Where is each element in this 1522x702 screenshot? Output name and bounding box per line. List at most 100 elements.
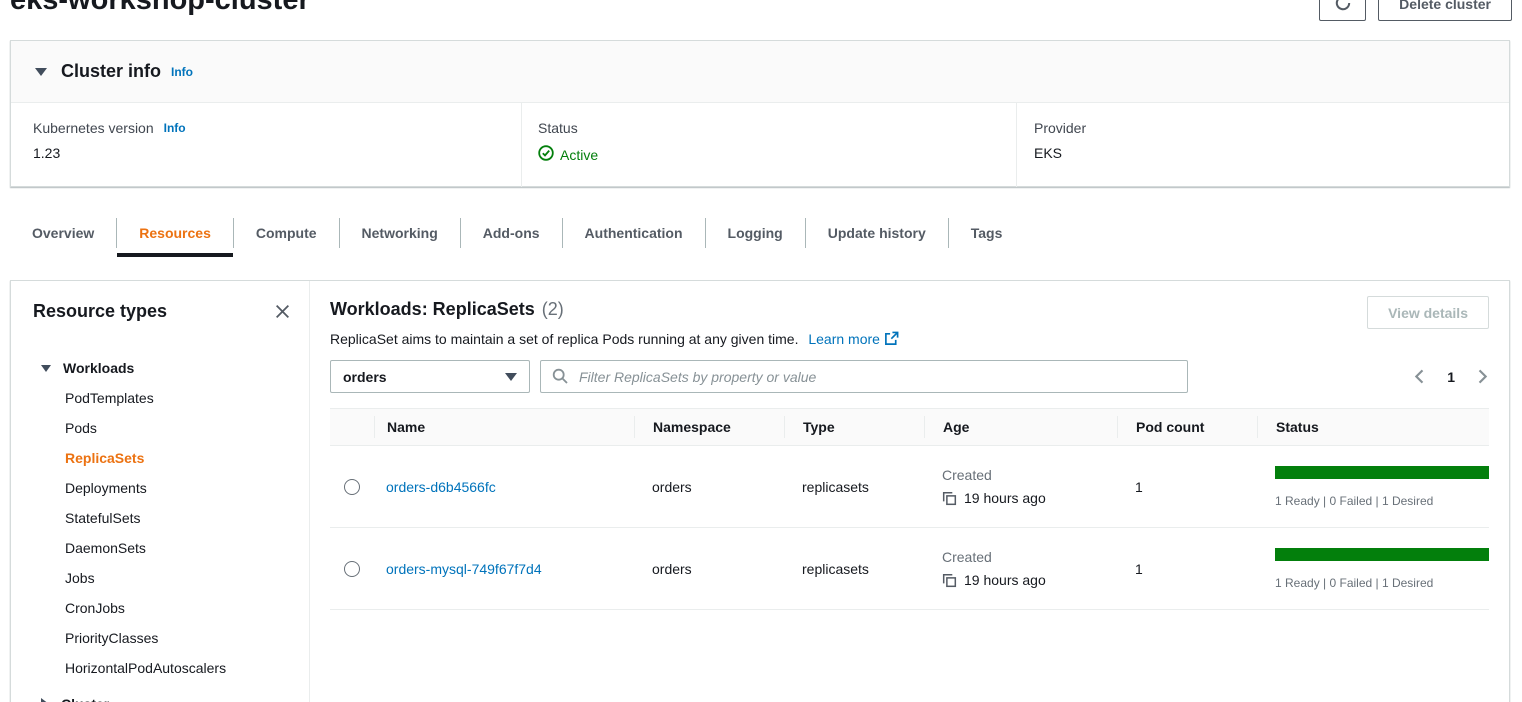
search-icon bbox=[552, 368, 568, 389]
select-all-column bbox=[330, 416, 374, 438]
pagination: 1 bbox=[1413, 368, 1489, 385]
replicaset-name-link[interactable]: orders-mysql-749f67f7d4 bbox=[386, 561, 542, 577]
row-age: Created 19 hours ago bbox=[924, 467, 1117, 506]
filter-row: orders 1 bbox=[330, 360, 1489, 393]
status-bar bbox=[1275, 466, 1489, 479]
delete-cluster-button[interactable]: Delete cluster bbox=[1378, 0, 1512, 21]
check-circle-icon bbox=[538, 145, 554, 164]
sidebar-item-deployments[interactable]: Deployments bbox=[11, 473, 309, 503]
cluster-info-title: Cluster info bbox=[61, 61, 161, 82]
sidebar-item-pods[interactable]: Pods bbox=[11, 413, 309, 443]
table-row: orders-d6b4566fc orders replicasets Crea… bbox=[330, 446, 1489, 528]
tree-group-workloads[interactable]: Workloads bbox=[11, 353, 309, 383]
row-namespace: orders bbox=[634, 479, 784, 495]
refresh-icon bbox=[1334, 0, 1352, 15]
status-label: Status bbox=[538, 120, 578, 136]
status-bar bbox=[1275, 548, 1489, 561]
eks-cluster-page: eks-workshop-cluster Delete cluster Clus… bbox=[0, 0, 1522, 702]
column-header-type: Type bbox=[784, 416, 924, 438]
tab-logging[interactable]: Logging bbox=[706, 209, 805, 257]
refresh-button[interactable] bbox=[1319, 0, 1366, 21]
resources-card: Resource types Workloads PodTemplates Po… bbox=[10, 280, 1510, 702]
replicasets-panel: Workloads: ReplicaSets (2) View details … bbox=[310, 281, 1509, 702]
chevron-down-icon bbox=[35, 68, 47, 76]
row-status: 1 Ready | 0 Failed | 1 Desired bbox=[1257, 548, 1489, 590]
cluster-info-card: Cluster info Info Kubernetes version Inf… bbox=[10, 40, 1510, 187]
row-radio-button[interactable] bbox=[344, 561, 360, 577]
panel-description: ReplicaSet aims to maintain a set of rep… bbox=[330, 329, 1489, 349]
row-pod-count: 1 bbox=[1117, 561, 1257, 577]
page-number[interactable]: 1 bbox=[1447, 369, 1455, 385]
cluster-info-body: Kubernetes version Info 1.23 Status Acti… bbox=[11, 103, 1509, 187]
resource-types-tree: Workloads PodTemplates Pods ReplicaSets … bbox=[11, 353, 309, 702]
learn-more-link[interactable]: Learn more bbox=[808, 331, 899, 347]
close-icon[interactable] bbox=[274, 303, 291, 325]
chevron-right-icon bbox=[41, 698, 49, 702]
cluster-info-header[interactable]: Cluster info Info bbox=[11, 41, 1509, 103]
row-type: replicasets bbox=[784, 561, 924, 577]
column-header-status: Status bbox=[1257, 416, 1489, 438]
tab-resources[interactable]: Resources bbox=[117, 209, 233, 257]
sidebar-item-jobs[interactable]: Jobs bbox=[11, 563, 309, 593]
resource-types-title: Resource types bbox=[33, 301, 167, 322]
resource-types-sidebar: Resource types Workloads PodTemplates Po… bbox=[11, 281, 310, 702]
page-title: eks-workshop-cluster bbox=[10, 0, 310, 17]
kubernetes-version-info-link[interactable]: Info bbox=[164, 121, 186, 135]
status-text: 1 Ready | 0 Failed | 1 Desired bbox=[1275, 576, 1489, 590]
tab-update-history[interactable]: Update history bbox=[806, 209, 948, 257]
column-header-name: Name bbox=[374, 416, 634, 438]
table-row: orders-mysql-749f67f7d4 orders replicase… bbox=[330, 528, 1489, 610]
row-namespace: orders bbox=[634, 561, 784, 577]
cluster-info-info-link[interactable]: Info bbox=[171, 65, 193, 79]
next-page-icon[interactable] bbox=[1476, 368, 1489, 385]
panel-title: Workloads: ReplicaSets bbox=[330, 299, 535, 320]
tab-compute[interactable]: Compute bbox=[234, 209, 339, 257]
header-actions: Delete cluster bbox=[1319, 0, 1512, 21]
copy-icon[interactable] bbox=[942, 491, 957, 506]
row-pod-count: 1 bbox=[1117, 479, 1257, 495]
panel-count: (2) bbox=[542, 299, 564, 320]
row-type: replicasets bbox=[784, 479, 924, 495]
sidebar-item-horizontalpodautoscalers[interactable]: HorizontalPodAutoscalers bbox=[11, 653, 309, 683]
replicasets-table: Name Namespace Type Age Pod count Status… bbox=[330, 408, 1489, 610]
namespace-filter-dropdown[interactable]: orders bbox=[330, 360, 530, 393]
search-box bbox=[540, 360, 1188, 393]
tab-tags[interactable]: Tags bbox=[949, 209, 1025, 257]
previous-page-icon[interactable] bbox=[1413, 368, 1426, 385]
column-header-namespace: Namespace bbox=[634, 416, 784, 438]
sidebar-item-cronjobs[interactable]: CronJobs bbox=[11, 593, 309, 623]
column-header-age: Age bbox=[924, 416, 1117, 438]
tab-authentication[interactable]: Authentication bbox=[563, 209, 705, 257]
copy-icon[interactable] bbox=[942, 573, 957, 588]
row-radio-button[interactable] bbox=[344, 479, 360, 495]
table-header: Name Namespace Type Age Pod count Status bbox=[330, 408, 1489, 446]
sidebar-item-replicasets[interactable]: ReplicaSets bbox=[11, 443, 309, 473]
tab-overview[interactable]: Overview bbox=[10, 209, 116, 257]
status-text: 1 Ready | 0 Failed | 1 Desired bbox=[1275, 494, 1489, 508]
sidebar-item-podtemplates[interactable]: PodTemplates bbox=[11, 383, 309, 413]
provider-label: Provider bbox=[1034, 120, 1086, 136]
column-header-pod-count: Pod count bbox=[1117, 416, 1257, 438]
sidebar-item-statefulsets[interactable]: StatefulSets bbox=[11, 503, 309, 533]
replicaset-name-link[interactable]: orders-d6b4566fc bbox=[386, 479, 496, 495]
tab-networking[interactable]: Networking bbox=[340, 209, 460, 257]
status-field: Status Active bbox=[521, 103, 1016, 187]
tab-add-ons[interactable]: Add-ons bbox=[461, 209, 562, 257]
provider-value: EKS bbox=[1034, 145, 1509, 161]
sidebar-item-priorityclasses[interactable]: PriorityClasses bbox=[11, 623, 309, 653]
provider-field: Provider EKS bbox=[1016, 103, 1509, 187]
kubernetes-version-field: Kubernetes version Info 1.23 bbox=[11, 103, 521, 187]
external-link-icon bbox=[880, 331, 899, 347]
status-badge: Active bbox=[560, 147, 598, 163]
chevron-down-icon bbox=[505, 373, 517, 381]
row-status: 1 Ready | 0 Failed | 1 Desired bbox=[1257, 466, 1489, 508]
kubernetes-version-label: Kubernetes version bbox=[33, 120, 154, 136]
chevron-down-icon bbox=[41, 365, 51, 372]
cluster-tabs: Overview Resources Compute Networking Ad… bbox=[10, 209, 1024, 257]
kubernetes-version-value: 1.23 bbox=[33, 145, 521, 161]
tree-group-cluster[interactable]: Cluster bbox=[11, 689, 309, 702]
view-details-button[interactable]: View details bbox=[1367, 296, 1489, 329]
row-age: Created 19 hours ago bbox=[924, 549, 1117, 588]
sidebar-item-daemonsets[interactable]: DaemonSets bbox=[11, 533, 309, 563]
replicasets-filter-input[interactable] bbox=[540, 360, 1188, 393]
